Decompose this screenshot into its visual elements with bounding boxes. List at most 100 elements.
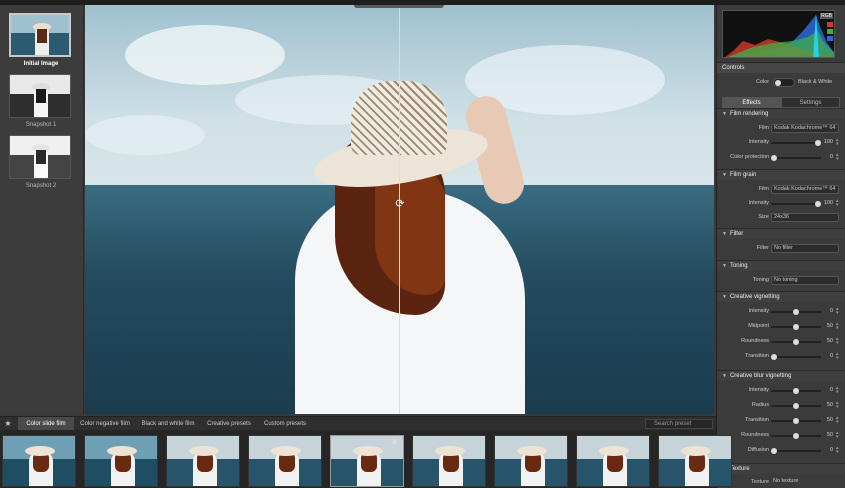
collapse-triangle-icon: ▼	[722, 111, 727, 117]
creative-blur-vignetting-header[interactable]: ▼ Creative blur vignetting	[717, 370, 845, 381]
top-grip[interactable]	[354, 5, 444, 8]
histogram-mode-badge[interactable]: RGB	[820, 13, 833, 19]
slider-knob[interactable]	[793, 433, 799, 439]
slider-knob[interactable]	[793, 309, 799, 315]
slider-knob[interactable]	[793, 388, 799, 394]
stepper-icon[interactable]: ▴ ▾	[836, 386, 839, 395]
slider-label: Roundness	[741, 432, 769, 438]
slider-track[interactable]	[771, 433, 821, 439]
intensity-slider[interactable]	[771, 140, 821, 146]
preset-thumbnail[interactable]	[166, 435, 240, 487]
slider-track[interactable]	[771, 403, 821, 409]
film-rendering-header[interactable]: ▼ Film rendering	[717, 108, 845, 119]
slider-track[interactable]	[771, 354, 821, 360]
tab-settings[interactable]: Settings	[781, 97, 840, 108]
slider-knob[interactable]	[793, 403, 799, 409]
slider-knob[interactable]	[815, 140, 821, 146]
snapshot-initial-image[interactable]: Initial Image	[9, 13, 73, 67]
tab-color-negative-film[interactable]: Color negative film	[76, 417, 134, 431]
slider-knob[interactable]	[793, 339, 799, 345]
tab-custom-presets[interactable]: Custom presets	[260, 417, 310, 431]
slider-track[interactable]	[771, 418, 821, 424]
stepper-icon[interactable]: ▴ ▾	[836, 352, 839, 361]
slider-track[interactable]	[771, 324, 821, 330]
snapshot-label: Initial Image	[23, 61, 59, 67]
color-bw-toggle[interactable]	[773, 78, 795, 87]
toning-header[interactable]: ▼ Toning	[717, 260, 845, 271]
creative-vignetting-header[interactable]: ▼ Creative vignetting	[717, 291, 845, 302]
slider-value: 50	[826, 417, 833, 423]
slider-value: 0	[829, 387, 833, 393]
search-preset-input[interactable]: Search preset	[645, 419, 713, 429]
film-select[interactable]: Kodak Kodachrome™ 64	[771, 124, 839, 133]
texture-header[interactable]: ▼Texture	[717, 463, 845, 474]
favorite-star-icon[interactable]: ★	[390, 437, 399, 448]
preset-thumbnail[interactable]	[412, 435, 486, 487]
slider-track[interactable]	[771, 309, 821, 315]
snapshot-2[interactable]: Snapshot 2	[9, 135, 73, 189]
preset-thumbnail[interactable]	[248, 435, 322, 487]
slider-label: Transition	[745, 353, 769, 359]
slider-row: Intensity 0 ▴ ▾	[717, 385, 845, 397]
tab-black-and-white-film[interactable]: Black and white film	[138, 417, 198, 431]
tab-creative-presets[interactable]: Creative presets	[204, 417, 254, 431]
before-after-split-handle[interactable]	[399, 5, 400, 414]
stepper-icon[interactable]: ▴ ▾	[836, 337, 839, 346]
preset-thumbnail[interactable]	[494, 435, 568, 487]
slider-knob[interactable]	[771, 354, 777, 360]
stepper-icon[interactable]: ▴ ▾	[836, 199, 839, 208]
controls-header: Controls	[717, 62, 845, 73]
toning-row: Toning No toning	[717, 275, 845, 287]
preset-thumbnail[interactable]	[2, 435, 76, 487]
preset-filmstrip: ★	[0, 430, 732, 488]
snapshot-1[interactable]: Snapshot 1	[9, 74, 73, 128]
grain-size-row: Size 24x36	[717, 212, 845, 224]
preset-thumbnail[interactable]	[576, 435, 650, 487]
collapse-triangle-icon: ▼	[722, 263, 727, 269]
snapshot-label: Snapshot 2	[25, 183, 57, 189]
film-grain-intensity-row: Intensity 100 ▴ ▾	[748, 198, 839, 208]
histogram: RGB	[722, 10, 835, 58]
histogram-graph	[725, 13, 834, 57]
slider-label: Transition	[745, 417, 769, 423]
preset-thumbnail[interactable]: ★	[330, 435, 404, 487]
color-protection-slider[interactable]	[771, 155, 821, 161]
grain-intensity-slider[interactable]	[771, 201, 821, 207]
stepper-icon[interactable]: ▴ ▾	[836, 138, 839, 147]
preset-thumbnail[interactable]	[658, 435, 732, 487]
preset-thumbnail[interactable]	[84, 435, 158, 487]
slider-label: Intensity	[748, 387, 769, 393]
slider-knob[interactable]	[771, 155, 777, 161]
slider-track[interactable]	[771, 388, 821, 394]
stepper-icon[interactable]: ▴ ▾	[836, 153, 839, 162]
grain-size-select[interactable]: 24x36	[771, 213, 839, 222]
controls-tabs: Effects Settings	[722, 97, 840, 108]
slider-knob[interactable]	[771, 448, 777, 454]
film-grain-header[interactable]: ▼ Film grain	[717, 169, 845, 180]
film-rendering-intensity-row: Intensity 100 ▴ ▾	[748, 137, 839, 147]
tab-color-slide-film[interactable]: Color slide film	[18, 417, 74, 431]
stepper-icon[interactable]: ▴ ▾	[836, 401, 839, 410]
filter-select[interactable]: No filter	[771, 244, 839, 253]
compare-toggle-icon[interactable]: ⟳	[393, 197, 407, 211]
app-window: Initial Image Snapshot 1 Snapshot 2 ⟳ RG…	[0, 0, 845, 488]
texture-select[interactable]: No texture	[771, 478, 839, 487]
stepper-icon[interactable]: ▴ ▾	[836, 431, 839, 440]
filter-row: Filter No filter	[717, 243, 845, 255]
slider-track[interactable]	[771, 448, 821, 454]
toning-select[interactable]: No toning	[771, 276, 839, 285]
stepper-icon[interactable]: ▴ ▾	[836, 446, 839, 455]
slider-knob[interactable]	[815, 201, 821, 207]
stepper-icon[interactable]: ▴ ▾	[836, 416, 839, 425]
slider-knob[interactable]	[793, 324, 799, 330]
tab-effects[interactable]: Effects	[722, 97, 781, 108]
stepper-icon[interactable]: ▴ ▾	[836, 307, 839, 316]
filter-header[interactable]: ▼ Filter	[717, 228, 845, 239]
grain-film-select[interactable]: Kodak Kodachrome™ 64	[771, 185, 839, 194]
slider-label: Roundness	[741, 338, 769, 344]
slider-row: Intensity 0 ▴ ▾	[717, 306, 845, 318]
slider-knob[interactable]	[793, 418, 799, 424]
favorites-star-icon[interactable]: ★	[0, 417, 16, 431]
stepper-icon[interactable]: ▴ ▾	[836, 322, 839, 331]
slider-track[interactable]	[771, 339, 821, 345]
